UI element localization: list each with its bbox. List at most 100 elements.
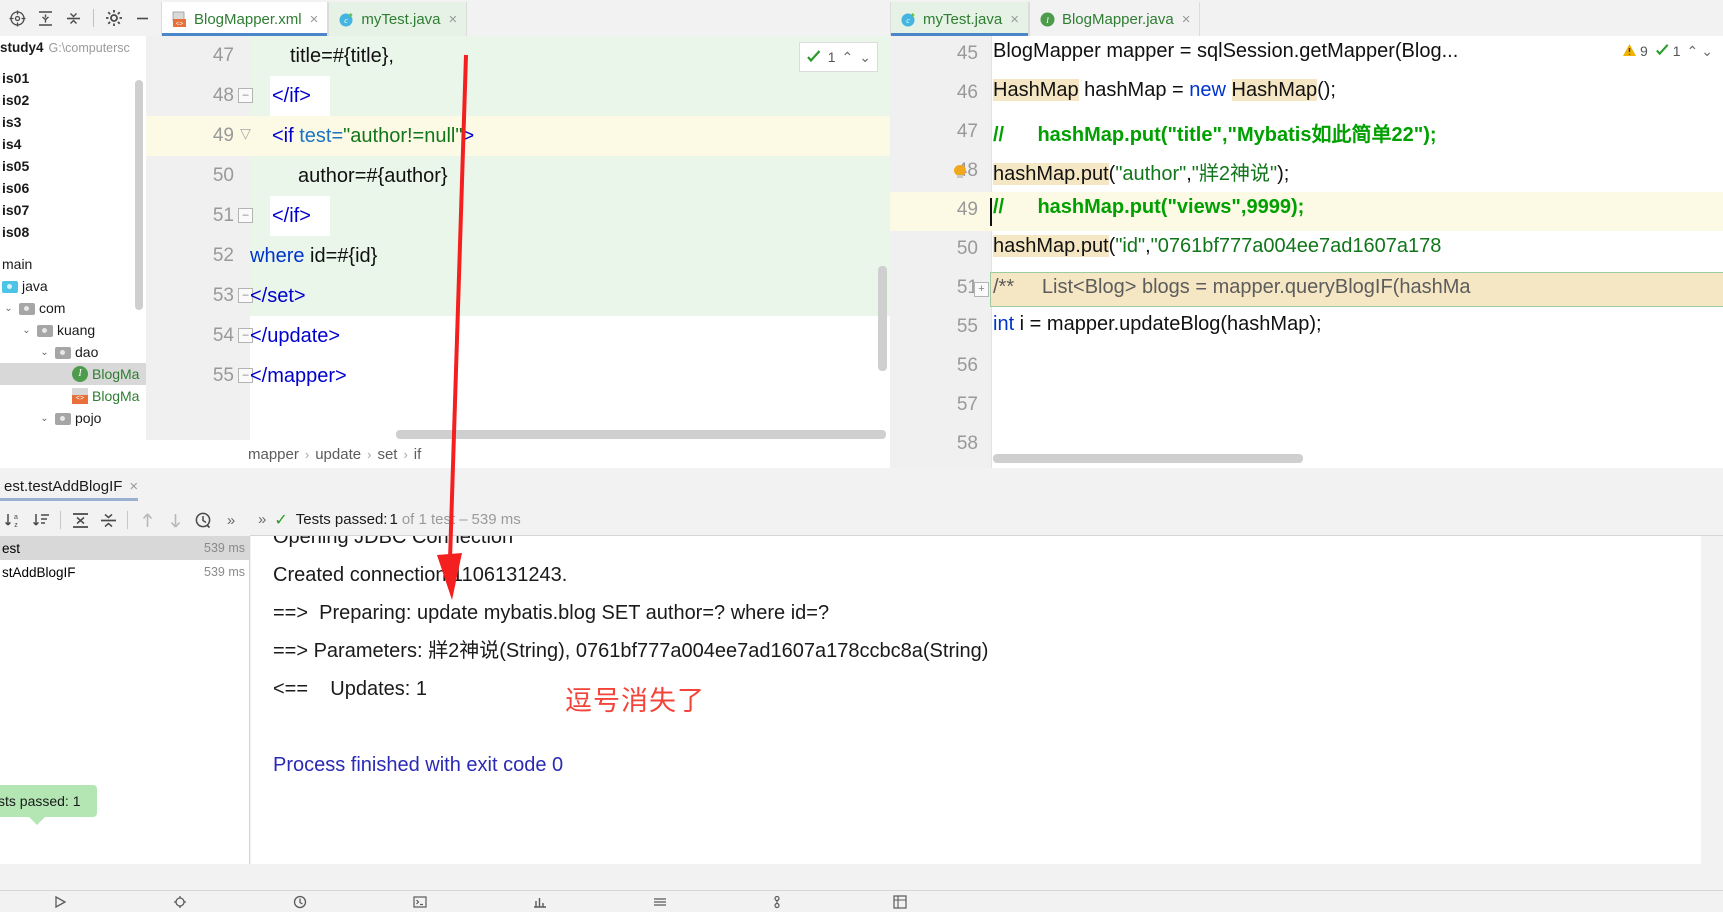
java-line-55[interactable]: 55 int i = mapper.updateBlog(hashMap);	[890, 309, 1723, 348]
project-tree-sidebar[interactable]: study4 G:\computersc is01 is02 is3 is4 i…	[0, 36, 146, 468]
tree-item-com[interactable]: ⌄ com	[0, 297, 146, 319]
java-line-45[interactable]: 45 BlogMapper mapper = sqlSession.getMap…	[890, 36, 1723, 75]
java-line-48[interactable]: 48 hashMap.put("author","牂2神说");	[890, 153, 1723, 192]
tree-item-pojo[interactable]: ⌄ pojo	[0, 407, 146, 429]
chevron-down-icon[interactable]: ⌄	[859, 49, 871, 66]
fold-collapse-icon[interactable]: –	[238, 88, 253, 103]
expand-all-icon[interactable]	[67, 507, 93, 533]
tree-item-is02[interactable]: is02	[0, 89, 146, 111]
todo-icon[interactable]	[240, 895, 360, 909]
collapse-all-icon[interactable]	[32, 5, 58, 31]
java-line-46[interactable]: 46 HashMap hashMap = new HashMap();	[890, 75, 1723, 114]
java-line-51[interactable]: 51 + /** List<Blog> blogs = mapper.query…	[890, 270, 1723, 309]
terminal-icon[interactable]	[360, 895, 480, 909]
fold-collapse-icon[interactable]: ▽	[238, 126, 253, 142]
xml-horizontal-scrollbar[interactable]	[396, 430, 886, 439]
chevron-up-icon[interactable]: ⌃	[1687, 43, 1699, 60]
sort-alpha-icon[interactable]: az	[0, 507, 26, 533]
chevron-down-icon[interactable]: ⌄	[1701, 43, 1713, 60]
debug-icon[interactable]	[120, 895, 240, 909]
tree-item-is06[interactable]: is06	[0, 177, 146, 199]
code-line-55[interactable]: 55 – </mapper>	[146, 356, 890, 396]
tree-item-blogmapper-interface[interactable]: I BlogMa	[0, 363, 146, 385]
java-line-47[interactable]: 47 // hashMap.put("title","Mybatis如此简单22…	[890, 114, 1723, 153]
java-horizontal-scrollbar[interactable]	[993, 454, 1303, 463]
code-line-50[interactable]: 50 author=#{author}	[146, 156, 890, 196]
xml-vertical-scrollbar[interactable]	[878, 266, 887, 371]
code-line-48[interactable]: 48 – </if>	[146, 76, 890, 116]
test-tree-row-method[interactable]: stAddBlogIF 539 ms	[0, 560, 249, 584]
tree-item-is05[interactable]: is05	[0, 155, 146, 177]
expand-selection-icon[interactable]	[60, 5, 86, 31]
breadcrumb-set[interactable]: set	[377, 446, 397, 463]
git-icon[interactable]	[720, 895, 840, 909]
tree-item-is07[interactable]: is07	[0, 199, 146, 221]
tree-item-is08[interactable]: is08	[0, 221, 146, 243]
tree-item-dao[interactable]: ⌄ dao	[0, 341, 146, 363]
build-icon[interactable]	[600, 895, 720, 909]
console-line-4: <== Updates: 1	[273, 678, 427, 700]
breadcrumb[interactable]: mapper › update › set › if	[146, 440, 890, 468]
chevron-up-icon[interactable]: ⌃	[842, 49, 854, 66]
run-icon[interactable]	[0, 895, 120, 909]
tab-blogmapper-java[interactable]: I BlogMapper.java ×	[1028, 2, 1201, 36]
code-line-51[interactable]: 51 – </if>	[146, 196, 890, 236]
java-line-49[interactable]: 49 // hashMap.put("views",9999);	[890, 192, 1723, 231]
sidebar-scrollbar[interactable]	[135, 80, 143, 310]
close-icon[interactable]: ×	[310, 11, 319, 28]
tab-mytest-java-right[interactable]: c myTest.java ×	[890, 2, 1029, 36]
code-line-52[interactable]: 52 where id=#{id}	[146, 236, 890, 276]
chevron-down-icon[interactable]: ⌄	[38, 413, 51, 424]
java-inspection-widget[interactable]: 9 1 ⌃ ⌄	[1622, 42, 1713, 60]
java-line-57[interactable]: 57	[890, 387, 1723, 426]
tree-item-kuang[interactable]: ⌄ kuang	[0, 319, 146, 341]
minimize-icon[interactable]	[129, 5, 155, 31]
java-editor-pane[interactable]: 45 BlogMapper mapper = sqlSession.getMap…	[890, 36, 1723, 468]
tree-item-java[interactable]: java	[0, 275, 146, 297]
profiler-icon[interactable]	[480, 895, 600, 909]
chevron-down-icon[interactable]: ⌄	[38, 347, 51, 358]
java-line-50[interactable]: 50 hashMap.put("id","0761bf777a004ee7ad1…	[890, 231, 1723, 270]
more-icon[interactable]: »	[218, 507, 244, 533]
close-icon[interactable]: ×	[449, 11, 458, 28]
lightbulb-intention-icon[interactable]	[954, 165, 966, 179]
inspection-widget[interactable]: 1 ⌃ ⌄	[798, 42, 878, 72]
code-text: /** List<Blog> blogs = mapper.queryBlogI…	[993, 276, 1471, 298]
java-line-56[interactable]: 56	[890, 348, 1723, 387]
settings-gear-icon[interactable]	[101, 5, 127, 31]
next-failed-icon[interactable]	[162, 507, 188, 533]
chevron-down-icon[interactable]: ⌄	[20, 325, 33, 336]
close-icon[interactable]: ×	[1182, 11, 1191, 28]
tree-item-is4[interactable]: is4	[0, 133, 146, 155]
breadcrumb-update[interactable]: update	[315, 446, 361, 463]
code-line-47[interactable]: 47 title=#{title},	[146, 36, 890, 76]
tree-item-main[interactable]: main	[0, 253, 146, 275]
code-line-49[interactable]: 49 ▽ <if test="author!=null">	[146, 116, 890, 156]
history-icon[interactable]	[190, 507, 216, 533]
tree-item-blogmapper-xml[interactable]: BlogMa	[0, 385, 146, 407]
tree-item-is01[interactable]: is01	[0, 67, 146, 89]
project-root-row[interactable]: study4 G:\computersc	[0, 36, 146, 59]
target-icon[interactable]	[4, 5, 30, 31]
close-icon[interactable]: ×	[1010, 11, 1019, 28]
chevron-down-icon[interactable]: ⌄	[2, 303, 15, 314]
tree-item-is3[interactable]: is3	[0, 111, 146, 133]
code-line-54[interactable]: 54 – </update>	[146, 316, 890, 356]
sort-duration-icon[interactable]	[28, 507, 54, 533]
fold-expand-icon[interactable]: +	[974, 282, 989, 297]
close-icon[interactable]: ×	[129, 478, 138, 495]
structure-icon[interactable]	[840, 894, 960, 909]
fold-collapse-icon[interactable]: –	[238, 208, 253, 223]
prev-failed-icon[interactable]	[134, 507, 160, 533]
xml-editor-pane[interactable]: 47 title=#{title}, 48 – </if> 49 ▽ <if t…	[146, 36, 890, 468]
console-output[interactable]: Opening JDBC Connection Created connecti…	[251, 536, 1701, 864]
collapse-all-icon[interactable]	[95, 507, 121, 533]
tab-blogmapper-xml[interactable]: <> BlogMapper.xml ×	[161, 2, 329, 36]
breadcrumb-if[interactable]: if	[414, 446, 422, 463]
test-tree-row-suite[interactable]: est 539 ms	[0, 536, 249, 560]
more-icon[interactable]: »	[258, 511, 266, 528]
code-line-53[interactable]: 53 – </set>	[146, 276, 890, 316]
run-tab-testaddblogif[interactable]: est.testAddBlogIF ×	[0, 473, 146, 501]
tab-mytest-java[interactable]: c myTest.java ×	[328, 2, 468, 36]
breadcrumb-mapper[interactable]: mapper	[248, 446, 299, 463]
